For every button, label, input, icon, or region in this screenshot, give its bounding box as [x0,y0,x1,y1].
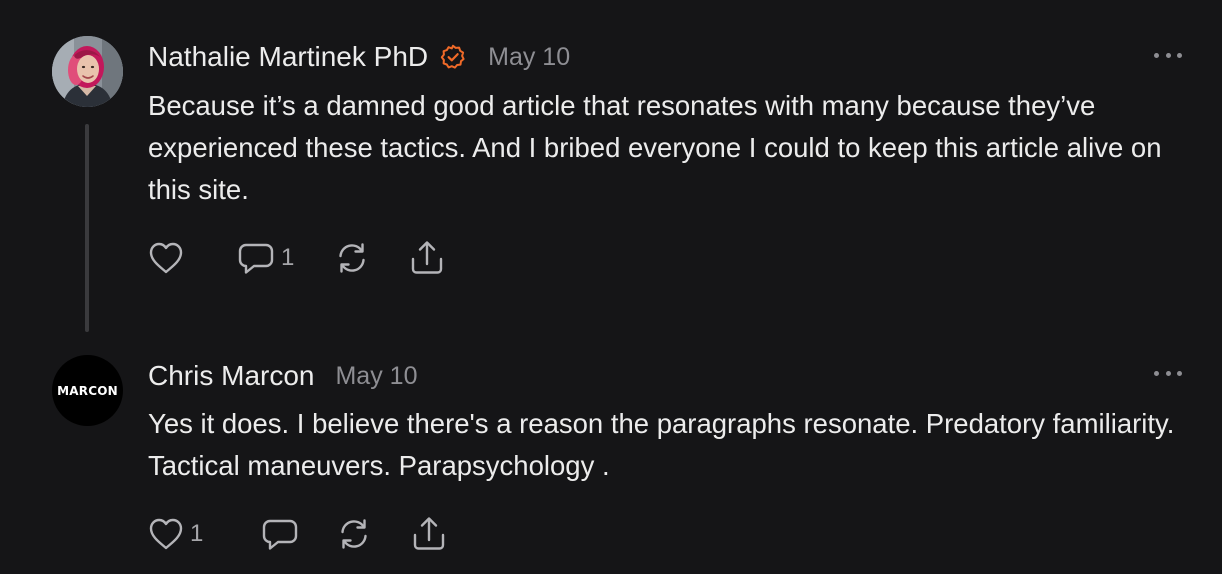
reply-count: 1 [281,244,295,271]
restack-button[interactable] [335,514,373,554]
more-options-icon[interactable] [1154,368,1182,378]
share-icon [413,517,445,550]
comment-actions: 1 [0,514,1222,554]
like-button[interactable] [148,238,190,278]
avatar[interactable] [52,36,123,107]
heart-icon [149,242,183,274]
like-count: 1 [190,520,204,547]
comment-bubble-icon [262,519,298,550]
verified-badge-icon [440,44,466,70]
dot [1165,52,1171,58]
comment-header: Nathalie Martinek PhD May 10 [148,38,570,76]
share-button[interactable] [409,238,445,278]
like-button[interactable]: 1 [148,514,203,554]
avatar[interactable]: MARCON [52,355,123,426]
avatar-logo: MARCON [57,383,118,398]
profile-photo [52,36,123,107]
comment-date[interactable]: May 10 [488,38,570,76]
comment-text: Because it’s a damned good article that … [148,90,1162,205]
dot [1177,370,1182,376]
thread-line [85,124,89,332]
author-name[interactable]: Chris Marcon [148,357,314,395]
dot [1165,370,1171,376]
reply-button[interactable]: 1 [237,238,294,278]
more-options-icon[interactable] [1154,50,1182,60]
restack-icon [341,519,367,549]
comment-text: Yes it does. I believe there's a reason … [148,408,1175,481]
comment-header: Chris Marcon May 10 [148,357,417,395]
share-icon [411,241,443,274]
reply-button[interactable] [261,514,305,554]
share-button[interactable] [411,514,447,554]
comment: MARCON Chris Marcon May 10 Yes it does. … [0,340,1222,574]
restack-icon [339,243,365,273]
comment: Nathalie Martinek PhD May 10 Because it’… [0,0,1222,340]
dot [1177,52,1182,58]
comment-actions: 1 [0,238,1222,278]
comment-thread: Nathalie Martinek PhD May 10 Because it’… [0,0,1222,574]
restack-button[interactable] [333,238,371,278]
comment-date[interactable]: May 10 [335,357,417,395]
author-name[interactable]: Nathalie Martinek PhD [148,38,428,76]
comment-bubble-icon [238,243,274,274]
dot [1154,52,1159,58]
heart-icon [149,518,183,550]
dot [1154,370,1159,376]
